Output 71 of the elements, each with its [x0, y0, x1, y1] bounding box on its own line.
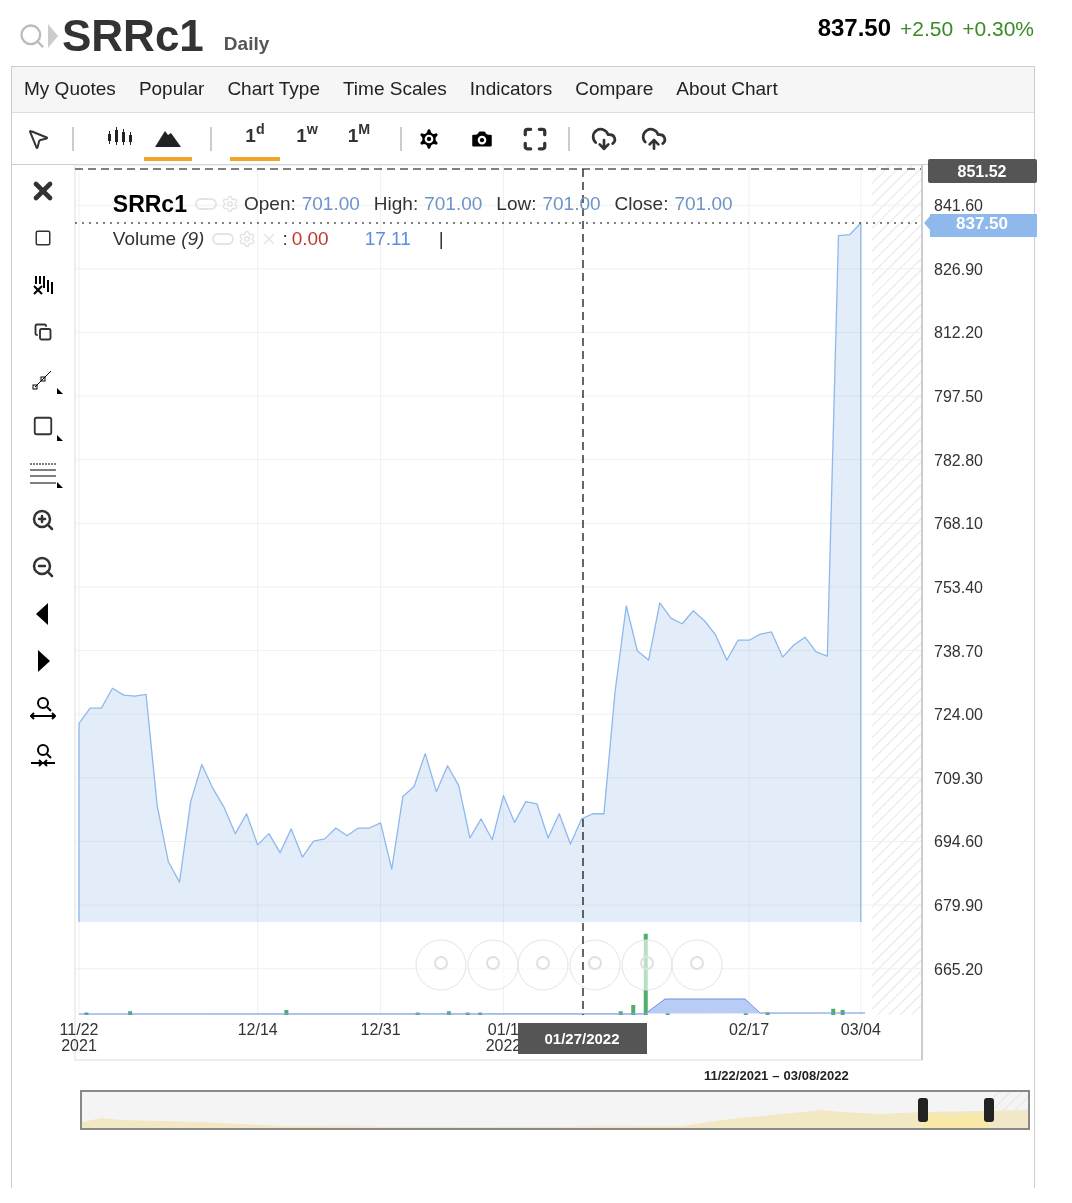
legend-value: 701.00: [424, 192, 483, 216]
legend-label: High:: [373, 192, 419, 216]
interval-label: Daily: [223, 31, 270, 56]
y-axis-label: 709.30: [933, 769, 983, 787]
x-axis-label: 12/31: [360, 1021, 401, 1038]
menu-item[interactable]: Time Scales: [342, 75, 447, 104]
crosshair-date-label: 01/27/2022: [517, 1023, 647, 1054]
menu-item[interactable]: Chart Type: [227, 75, 320, 104]
volume-period: (9): [181, 227, 205, 251]
legend-label: Low:: [496, 192, 537, 216]
y-axis-label: 679.90: [933, 897, 983, 915]
zoom-out-icon[interactable]: [31, 554, 56, 579]
legend-label: Open:: [243, 192, 296, 216]
legend-value: 701.00: [542, 192, 601, 216]
caret-icon: [56, 482, 63, 488]
x-axis-label: 03/04: [840, 1021, 881, 1038]
x-axis-label: 02/17: [728, 1021, 769, 1038]
range-dates: 11/22/2021 – 03/08/2022: [704, 1067, 850, 1085]
time-scale-tab[interactable]: 1$^{d}$: [230, 116, 280, 161]
volume-value: 0.00: [291, 227, 329, 251]
text-cursor: |: [438, 227, 444, 251]
menu-item[interactable]: My Quotes: [24, 75, 116, 104]
y-axis-label: 826.90: [933, 260, 983, 278]
y-axis-label: 753.40: [933, 578, 983, 596]
volume-average: 17.11: [364, 227, 411, 251]
crosshair-price-label: 851.52: [927, 159, 1037, 183]
x-axis-label: 11/22 2021: [59, 1021, 99, 1054]
time-scale-tab[interactable]: 1$^{w}$: [282, 116, 332, 161]
zoom-expand-icon[interactable]: [30, 695, 57, 720]
chevron-icon: [48, 24, 58, 48]
y-axis-label: 797.50: [933, 388, 983, 406]
last-price: 837.50: [817, 13, 892, 43]
y-axis-label: 782.80: [933, 451, 983, 469]
legend-value: 701.00: [301, 192, 360, 216]
scroll-left-icon[interactable]: [36, 602, 51, 625]
symbol-title: SRRc1: [62, 14, 204, 58]
zoom-in-icon[interactable]: [31, 507, 56, 532]
remove-all-icon[interactable]: [32, 273, 55, 296]
upload-icon[interactable]: [640, 125, 668, 152]
y-axis-label: 768.10: [933, 515, 983, 533]
lines-tool-icon[interactable]: [30, 460, 57, 485]
y-axis-label: 694.60: [933, 833, 983, 851]
time-scale-tab[interactable]: 1$^{M}$: [334, 116, 384, 161]
separator: :: [282, 227, 288, 251]
fullscreen-icon[interactable]: [522, 125, 548, 152]
menu-item[interactable]: Popular: [138, 75, 205, 104]
legend-value: 701.00: [674, 192, 733, 216]
last-price-label: 837.50: [923, 214, 1037, 237]
caret-icon: [56, 435, 63, 441]
volume-label: Volume: [112, 227, 177, 251]
menu-item[interactable]: About Chart: [676, 75, 778, 104]
zoom-compress-icon[interactable]: [30, 742, 57, 767]
y-axis-label: 724.00: [933, 706, 983, 724]
left-handle[interactable]: [918, 1097, 928, 1122]
legend-label: Close:: [614, 192, 669, 216]
menu-item[interactable]: Indicators: [469, 75, 553, 104]
download-icon[interactable]: [590, 125, 618, 152]
y-axis-label: 812.20: [933, 324, 983, 342]
legend-symbol: SRRc1: [112, 190, 187, 219]
x-axis-label: 12/14: [237, 1021, 278, 1038]
y-axis-label: 665.20: [933, 960, 983, 978]
percent-change: +0.30%: [962, 16, 1034, 42]
y-axis-label: 841.60: [933, 197, 983, 215]
scroll-right-icon[interactable]: [36, 649, 51, 672]
copy-icon[interactable]: [34, 322, 53, 341]
right-handle[interactable]: [984, 1097, 994, 1122]
y-axis-label: 738.70: [933, 642, 983, 660]
caret-icon: [56, 388, 63, 394]
candlestick-icon: [107, 126, 133, 147]
menu-item[interactable]: Compare: [575, 75, 654, 104]
price-change: +2.50: [900, 16, 954, 42]
